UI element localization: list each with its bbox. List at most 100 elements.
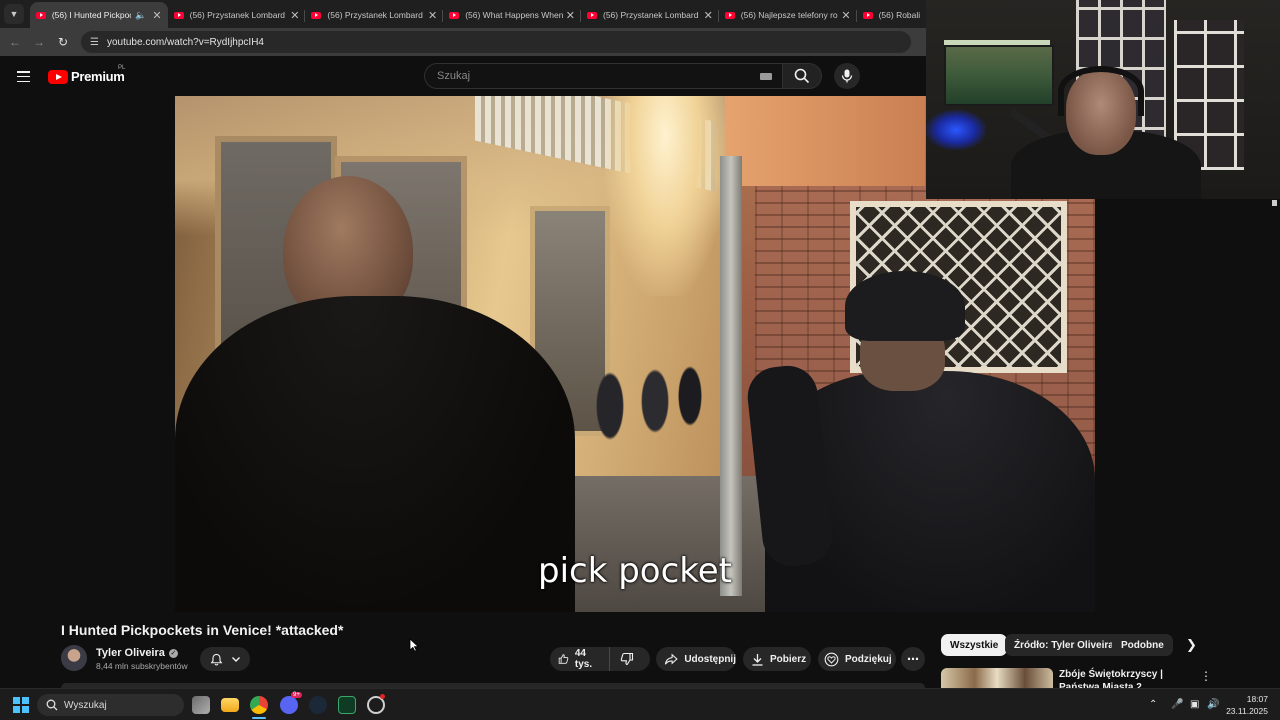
tab-close-icon[interactable]: ✕ bbox=[290, 9, 299, 22]
reload-icon[interactable]: ↻ bbox=[51, 35, 75, 49]
channel-name: Tyler Oliveira bbox=[96, 647, 165, 659]
tab-close-icon[interactable]: ✕ bbox=[152, 9, 161, 22]
browser-tab-strip: ▼ (56) I Hunted Pickpockets 🔈 ✕ (56) Prz… bbox=[0, 0, 926, 28]
file-explorer-icon[interactable] bbox=[221, 698, 239, 712]
tab-title: (56) Przystanek Lombard bbox=[327, 10, 423, 20]
address-bar[interactable]: ☰ youtube.com/watch?v=RydIjhpcIH4 bbox=[81, 31, 911, 53]
task-view-icon[interactable] bbox=[192, 696, 210, 714]
thumbs-down-icon bbox=[620, 652, 634, 666]
tab-close-icon[interactable]: ✕ bbox=[566, 9, 575, 22]
more-horizontal-icon: ⋯ bbox=[907, 652, 919, 666]
keyboard-icon[interactable] bbox=[760, 72, 772, 80]
spreadsheet-app-icon[interactable] bbox=[338, 696, 356, 714]
windows-taskbar: Wyszukaj 9+ ⌃ 🎤 ▣ 🔊 18:07 23.11.2025 bbox=[0, 688, 1280, 720]
chrome-icon[interactable] bbox=[250, 696, 268, 714]
search-box bbox=[424, 63, 782, 89]
youtube-favicon-icon bbox=[724, 11, 735, 19]
tab-title: (56) I Hunted Pickpockets bbox=[51, 10, 131, 20]
browser-tab[interactable]: (56) Robalini bbox=[857, 2, 926, 28]
tab-title: (56) Najlepsze telefony ro bbox=[740, 10, 838, 20]
mouse-cursor-icon bbox=[409, 638, 419, 652]
discord-notification-badge: 9+ bbox=[291, 692, 302, 698]
search-icon bbox=[46, 699, 58, 711]
tab-title: (56) Robalini bbox=[878, 10, 921, 20]
share-label: Udostępnij bbox=[684, 653, 736, 665]
youtube-header: Premium PL bbox=[0, 56, 926, 96]
address-url: youtube.com/watch?v=RydIjhpcIH4 bbox=[106, 36, 264, 48]
discord-icon[interactable] bbox=[280, 696, 298, 714]
menu-icon[interactable] bbox=[17, 71, 30, 83]
related-video-thumbnail[interactable] bbox=[941, 668, 1053, 688]
video-frame-person-foreground bbox=[175, 176, 575, 612]
webcam-overlay bbox=[926, 0, 1280, 199]
notifications-button[interactable] bbox=[200, 647, 250, 671]
tab-close-icon[interactable]: ✕ bbox=[704, 9, 713, 22]
browser-tab[interactable]: (56) Przystanek Lombard ✕ bbox=[168, 2, 306, 28]
like-count: 44 tys. bbox=[574, 648, 593, 670]
search-input[interactable] bbox=[435, 69, 760, 83]
youtube-favicon-icon bbox=[35, 11, 46, 19]
taskbar-clock-date[interactable]: 23.11.2025 bbox=[1222, 706, 1268, 716]
channel-name-link[interactable]: Tyler Oliveira ✓ bbox=[96, 647, 178, 659]
taskbar-search-label: Wyszukaj bbox=[64, 699, 107, 711]
video-title: I Hunted Pickpockets in Venice! *attacke… bbox=[61, 622, 344, 638]
download-button[interactable]: Pobierz bbox=[743, 647, 811, 671]
forward-arrow-icon[interactable]: → bbox=[27, 35, 51, 49]
video-frame-plaster bbox=[725, 96, 925, 186]
tab-title: (56) Przystanek Lombard bbox=[189, 10, 286, 20]
youtube-play-icon bbox=[48, 69, 68, 84]
subscriber-count: 8,44 mln subskrybentów bbox=[96, 661, 188, 671]
site-info-icon[interactable]: ☰ bbox=[90, 37, 99, 48]
volume-icon[interactable]: 🔊 bbox=[1207, 699, 1219, 710]
browser-toolbar: ← → ↻ ☰ youtube.com/watch?v=RydIjhpcIH4 bbox=[0, 28, 926, 56]
youtube-favicon-icon bbox=[587, 11, 597, 19]
youtube-favicon-icon bbox=[449, 11, 460, 19]
like-button[interactable]: 44 tys. bbox=[550, 647, 610, 671]
thanks-label: Podziękuj bbox=[845, 653, 892, 665]
tab-title: (56) What Happens When bbox=[465, 10, 564, 20]
browser-tab[interactable]: (56) Najlepsze telefony ro ✕ bbox=[719, 2, 857, 28]
chevron-down-icon bbox=[231, 657, 240, 662]
youtube-favicon-icon bbox=[173, 11, 184, 19]
chevron-up-icon[interactable]: ⌃ bbox=[1149, 699, 1157, 710]
verified-check-icon: ✓ bbox=[168, 649, 178, 658]
tab-close-icon[interactable]: ✕ bbox=[841, 9, 850, 22]
chip-channel[interactable]: Źródło: Tyler Oliveira bbox=[1005, 634, 1123, 656]
share-button[interactable]: Udostępnij bbox=[656, 647, 736, 671]
windows-start-icon[interactable] bbox=[13, 697, 29, 713]
webcam-blue-light bbox=[926, 110, 986, 150]
browser-tab-active[interactable]: (56) I Hunted Pickpockets 🔈 ✕ bbox=[29, 2, 168, 28]
chip-related[interactable]: Podobne bbox=[1112, 634, 1173, 656]
taskbar-search-box[interactable]: Wyszukaj bbox=[37, 694, 184, 716]
youtube-favicon-icon bbox=[311, 11, 322, 19]
chip-all[interactable]: Wszystkie bbox=[941, 634, 1008, 656]
thanks-button[interactable]: Podziękuj bbox=[818, 647, 896, 671]
tab-search-button[interactable]: ▼ bbox=[4, 4, 24, 24]
speaker-icon[interactable]: 🔈 bbox=[135, 10, 146, 21]
browser-tab[interactable]: (56) What Happens When ✕ bbox=[443, 2, 581, 28]
voice-search-button[interactable] bbox=[834, 63, 860, 89]
chevron-right-icon[interactable]: ❯ bbox=[1186, 637, 1197, 653]
microphone-icon[interactable]: 🎤 bbox=[1171, 699, 1183, 710]
tab-close-icon[interactable]: ✕ bbox=[428, 9, 437, 22]
more-vertical-icon[interactable]: ⋮ bbox=[1200, 669, 1212, 683]
back-arrow-icon[interactable]: ← bbox=[3, 35, 27, 49]
dislike-button[interactable] bbox=[610, 647, 650, 671]
taskbar-clock-time[interactable]: 18:07 bbox=[1222, 694, 1268, 704]
youtube-logo[interactable]: Premium PL bbox=[48, 65, 125, 84]
more-actions-button[interactable]: ⋯ bbox=[901, 647, 925, 671]
download-label: Pobierz bbox=[770, 653, 807, 665]
microphone-icon bbox=[841, 69, 853, 83]
steam-icon[interactable] bbox=[309, 696, 327, 714]
channel-avatar[interactable] bbox=[61, 645, 87, 671]
tab-title: (56) Przystanek Lombard bbox=[603, 10, 699, 20]
browser-tab[interactable]: (56) Przystanek Lombard ✕ bbox=[581, 2, 719, 28]
search-button[interactable] bbox=[782, 63, 822, 89]
chevron-down-icon: ▼ bbox=[9, 9, 19, 19]
browser-tab[interactable]: (56) Przystanek Lombard ✕ bbox=[305, 2, 444, 28]
recording-indicator bbox=[380, 694, 385, 699]
scrollbar-up-arrow[interactable] bbox=[1272, 200, 1277, 206]
video-frame-pole bbox=[720, 156, 742, 596]
bell-icon bbox=[210, 653, 222, 665]
network-icon[interactable]: ▣ bbox=[1190, 699, 1199, 710]
